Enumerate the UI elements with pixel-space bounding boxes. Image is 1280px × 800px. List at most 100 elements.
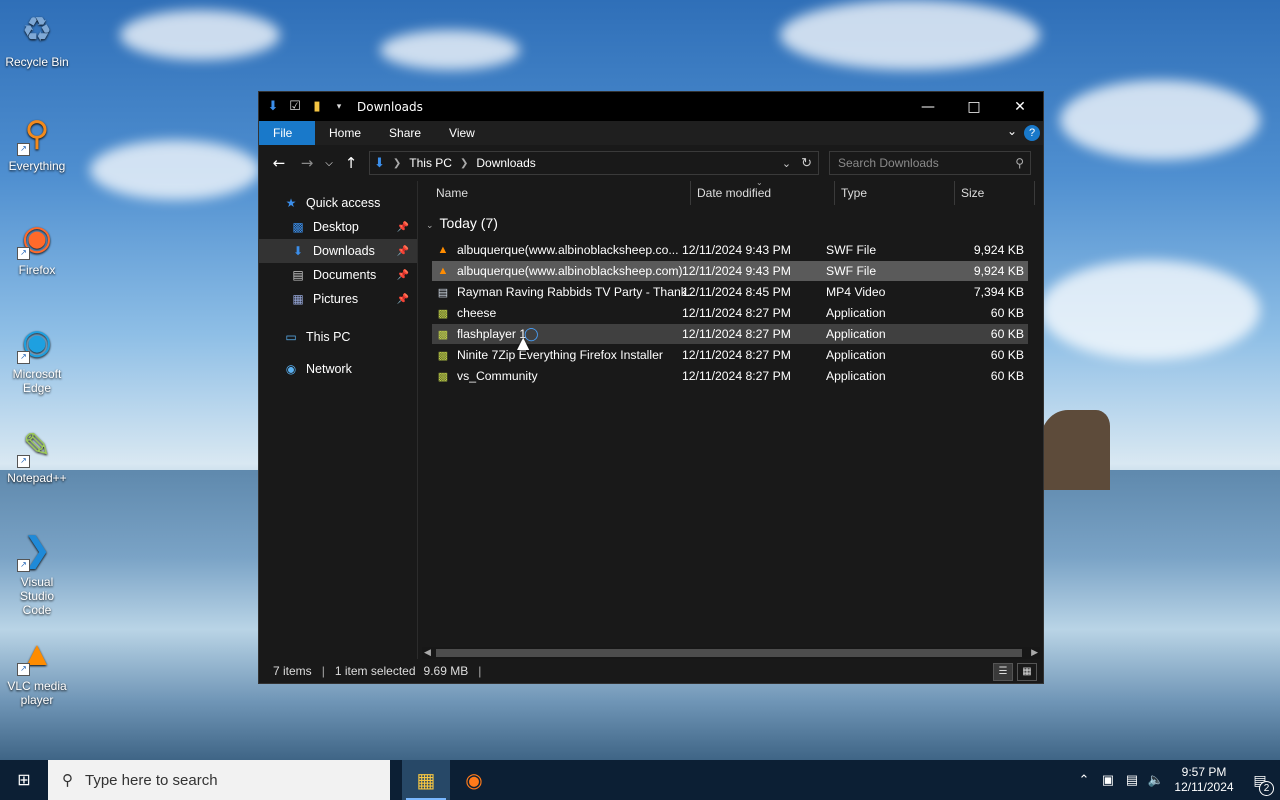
everything-search-icon: ⚲ ↗ (15, 112, 59, 156)
volume-muted-icon[interactable]: 🔈 (1144, 772, 1168, 788)
back-button[interactable]: ← (265, 154, 293, 172)
desktop-icon[interactable]: ❯ ↗ Visual Studio Code (4, 528, 70, 617)
help-icon[interactable]: ? (1024, 125, 1040, 141)
nav-item-label: Pictures (313, 292, 359, 306)
column-size[interactable]: Size (955, 181, 1035, 205)
nav-item-this-pc[interactable]: ▭ This PC (259, 325, 417, 349)
minimize-button[interactable]: — (905, 92, 951, 121)
scroll-right-icon[interactable]: ▶ (1031, 647, 1038, 658)
forward-button[interactable]: → (293, 154, 321, 172)
nav-item-documents[interactable]: ▤ Documents 📌 (259, 263, 417, 287)
tab-home[interactable]: Home (315, 121, 375, 145)
desktop-icon[interactable]: ✎ ↗ Notepad++ (4, 424, 70, 485)
desktop-icon-label: Recycle Bin (5, 55, 69, 69)
nav-item-pictures[interactable]: ▦ Pictures 📌 (259, 287, 417, 311)
file-row[interactable]: ▩ cheese 12/11/2024 8:27 PM Application 60 K… (432, 303, 1028, 323)
breadcrumb-this-pc[interactable]: This PC (409, 156, 452, 170)
desktop-icon[interactable]: ◉ ↗ Microsoft Edge (4, 320, 70, 395)
pin-icon[interactable]: 📌 (397, 222, 409, 233)
file-date: 12/11/2024 8:27 PM (682, 348, 791, 362)
ribbon-tabs: File Home Share View ⌄ ? (259, 121, 1043, 145)
shortcut-arrow-icon: ↗ (17, 663, 30, 676)
refresh-icon[interactable]: ↻ (801, 155, 812, 171)
details-view-button[interactable]: ☰ (993, 663, 1013, 681)
new-folder-icon[interactable]: ▮ (309, 99, 325, 115)
desktop-icon[interactable]: ▲ ↗ VLC media player (4, 632, 70, 707)
title-bar[interactable]: ⬇ ☑ ▮ ▾ Downloads — □ ✕ (259, 92, 1043, 121)
tab-file[interactable]: File (259, 121, 315, 145)
taskbar-file-explorer[interactable]: ▦ (402, 760, 450, 800)
file-row[interactable]: ▲ albuquerque(www.albinoblacksheep.co... 1… (432, 240, 1028, 260)
notification-count: 2 (1259, 780, 1274, 796)
navigation-bar: ← → ⌵ ↑ ⬇ ❯ This PC ❯ Downloads ⌄ ↻ ⚲ (259, 145, 1043, 181)
edge-icon: ◉ ↗ (15, 320, 59, 364)
file-row[interactable]: ▤ Rayman Raving Rabbids TV Party - Thank.… (432, 282, 1028, 302)
nav-item-label: Documents (313, 268, 377, 282)
pin-icon[interactable]: 📌 (397, 246, 409, 257)
window-title: Downloads (357, 99, 423, 114)
horizontal-scrollbar[interactable]: ◀ ▶ (422, 647, 1040, 659)
tab-view[interactable]: View (435, 121, 489, 145)
network-icon[interactable]: ▤ (1120, 772, 1144, 788)
nav-item-downloads[interactable]: ⬇ Downloads 📌 (259, 239, 417, 263)
file-list[interactable]: Name Date modified Type Size ⌄ ⌄ Today (7… (418, 178, 1043, 659)
file-date: 12/11/2024 9:43 PM (682, 243, 791, 257)
file-type: SWF File (826, 243, 877, 257)
nav-item-label: Desktop (313, 220, 359, 234)
navigation-pane[interactable]: ★ Quick access ▩ Desktop 📌 ⬇ Downloads 📌 ▤ Docume… (259, 181, 418, 659)
tab-share[interactable]: Share (375, 121, 435, 145)
breadcrumb-chevron-icon[interactable]: ❯ (460, 158, 468, 169)
breadcrumb-chevron-icon[interactable]: ❯ (393, 158, 401, 169)
nav-item-network[interactable]: ◉ Network (259, 357, 417, 381)
breadcrumb-downloads[interactable]: Downloads (476, 156, 535, 170)
search-input[interactable] (830, 155, 1016, 171)
group-header-today[interactable]: ⌄ Today (7) (426, 215, 498, 231)
desktop-icon[interactable]: ◉ ↗ Firefox (4, 216, 70, 277)
close-button[interactable]: ✕ (997, 92, 1043, 121)
pin-icon[interactable]: 📌 (397, 270, 409, 281)
desktop-icon-label: Firefox (18, 263, 56, 277)
maximize-button[interactable]: □ (951, 92, 997, 121)
security-icon[interactable]: ▣ (1096, 772, 1120, 788)
search-box[interactable]: ⚲ (829, 151, 1031, 175)
search-icon[interactable]: ⚲ (1015, 156, 1024, 170)
column-date-modified[interactable]: Date modified (691, 181, 835, 205)
notification-center-button[interactable]: ▤ 2 (1240, 772, 1280, 796)
file-explorer-window[interactable]: ⬇ ☑ ▮ ▾ Downloads — □ ✕ File Home Share … (258, 91, 1044, 684)
start-button[interactable]: ⊞ (0, 760, 48, 800)
column-name[interactable]: Name (430, 181, 691, 205)
taskbar-firefox[interactable]: ◉ (450, 760, 498, 800)
customize-toolbar-icon[interactable]: ▾ (331, 99, 347, 115)
cloud (90, 140, 260, 200)
up-button[interactable]: ↑ (337, 154, 365, 172)
scroll-left-icon[interactable]: ◀ (424, 647, 431, 658)
desktop-icon[interactable]: ♻ Recycle Bin (4, 8, 70, 69)
pin-icon[interactable]: 📌 (397, 294, 409, 305)
show-hidden-icons-chevron-icon[interactable]: ⌃ (1072, 772, 1096, 788)
collapse-chevron-icon[interactable]: ⌄ (426, 220, 434, 230)
nav-item-quick-access[interactable]: ★ Quick access (259, 191, 417, 215)
notepadpp-icon: ✎ ↗ (15, 424, 59, 468)
cloud (380, 30, 520, 70)
expand-ribbon-icon[interactable]: ⌄ (1007, 124, 1017, 138)
application-icon: ▩ (437, 328, 449, 341)
clock[interactable]: 9:57 PM 12/11/2024 (1168, 765, 1240, 795)
column-type[interactable]: Type (835, 181, 955, 205)
desktop-icon[interactable]: ⚲ ↗ Everything (4, 112, 70, 173)
download-arrow-icon[interactable]: ⬇ (265, 99, 281, 115)
cloud (120, 10, 280, 60)
nav-item-desktop[interactable]: ▩ Desktop 📌 (259, 215, 417, 239)
taskbar-search-input[interactable] (83, 770, 367, 790)
properties-icon[interactable]: ☑ (287, 99, 303, 115)
file-row[interactable]: ▲ albuquerque(www.albinoblacksheep.com) 12… (432, 261, 1028, 281)
taskbar-search[interactable]: ⚲ (48, 760, 390, 800)
address-bar[interactable]: ⬇ ❯ This PC ❯ Downloads ⌄ ↻ (369, 151, 819, 175)
recent-locations-chevron-icon[interactable]: ⌵ (321, 158, 337, 169)
large-icons-view-button[interactable]: ▦ (1017, 663, 1037, 681)
status-divider: | (478, 664, 482, 678)
address-dropdown-icon[interactable]: ⌄ (782, 157, 791, 170)
scrollbar-thumb[interactable] (436, 649, 1022, 657)
file-size: 60 KB (990, 327, 1024, 341)
file-row[interactable]: ▩ vs_Community 12/11/2024 8:27 PM Applicati… (432, 366, 1028, 386)
file-date: 12/11/2024 8:45 PM (682, 285, 791, 299)
